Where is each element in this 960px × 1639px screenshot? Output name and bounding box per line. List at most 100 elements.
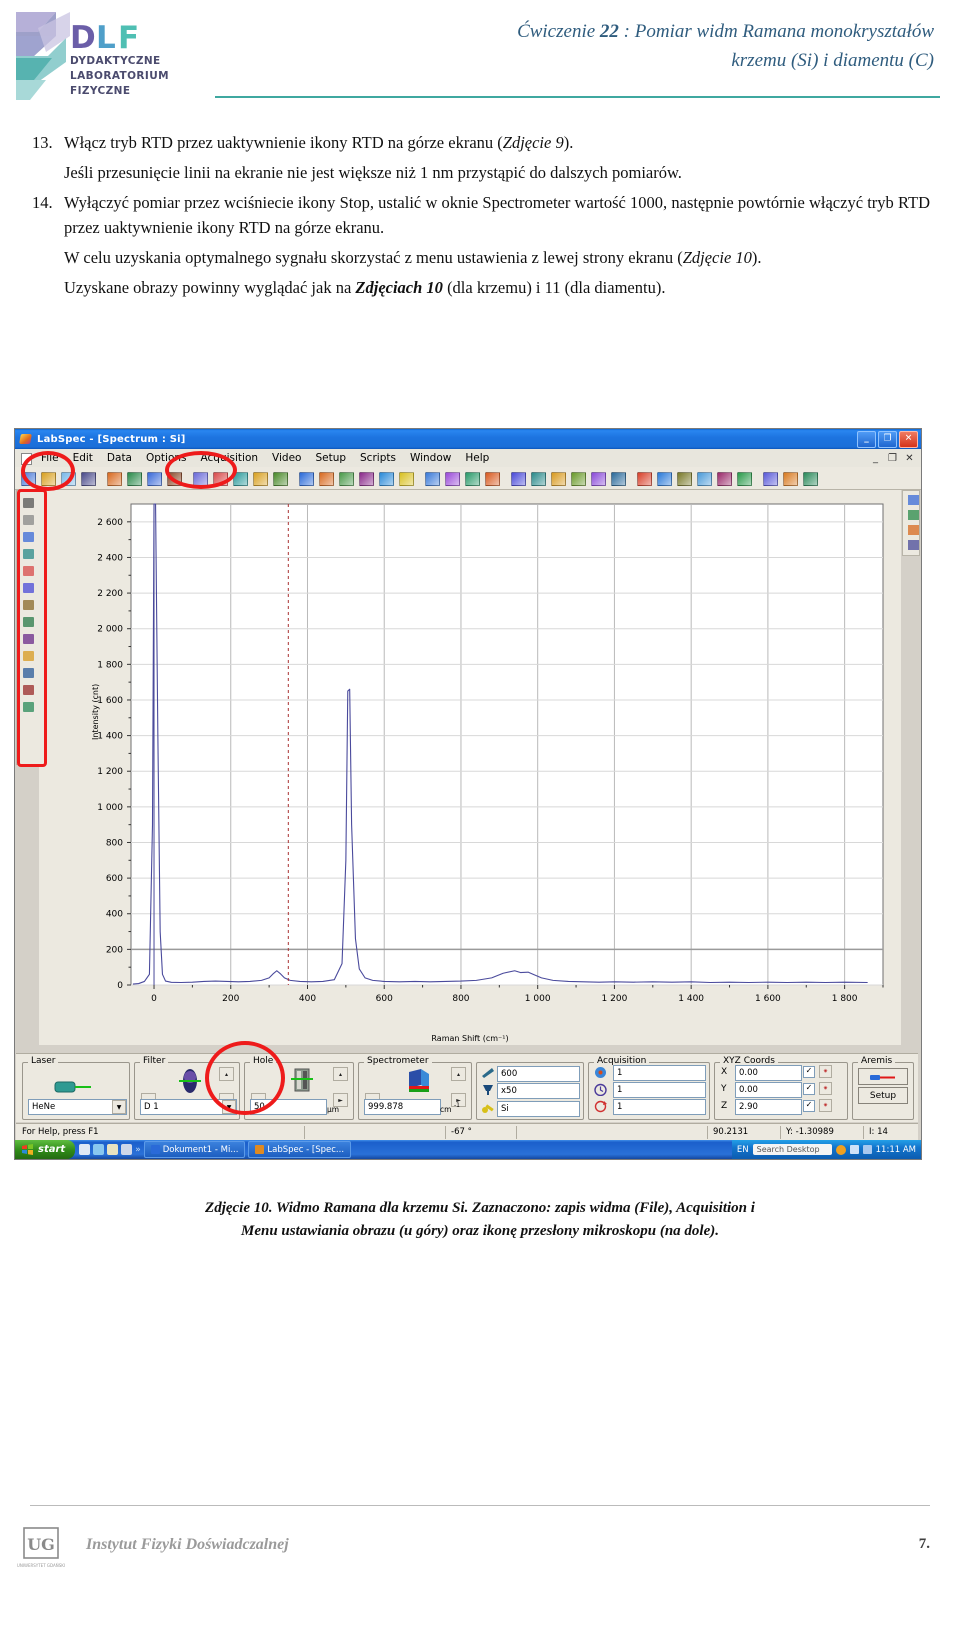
language-indicator[interactable]: EN	[737, 1145, 749, 1155]
z-home-button[interactable]: ✷	[819, 1099, 832, 1112]
mdi-restore-button[interactable]: ❐	[886, 453, 899, 464]
y-coord-input[interactable]: 0.00	[735, 1082, 802, 1098]
menu-file[interactable]: File	[34, 451, 66, 465]
hole-input[interactable]: 50	[250, 1099, 327, 1115]
toolbar-button[interactable]	[190, 469, 209, 487]
desktop-search-box[interactable]: Search Desktop	[752, 1144, 832, 1155]
zoom-icon[interactable]	[20, 546, 37, 562]
toolbar-button[interactable]	[608, 469, 627, 487]
quicklaunch-icon-2[interactable]	[93, 1144, 105, 1155]
z-enable-checkbox[interactable]: ✓	[803, 1100, 815, 1112]
toolbar-button[interactable]	[780, 469, 799, 487]
grid-icon[interactable]	[20, 699, 37, 715]
toolbar-button[interactable]	[78, 469, 97, 487]
person-icon[interactable]	[20, 614, 37, 630]
toolbar-button[interactable]	[800, 469, 819, 487]
toolbar-button[interactable]	[568, 469, 587, 487]
minimize-button[interactable]: _	[857, 430, 876, 448]
menu-acquisition[interactable]: Acquisition	[194, 451, 266, 465]
toolbar-button[interactable]	[654, 469, 673, 487]
toolbar-button[interactable]	[528, 469, 547, 487]
toolbar-button[interactable]	[164, 469, 183, 487]
menu-data[interactable]: Data	[100, 451, 139, 465]
menu-window[interactable]: Window	[403, 451, 458, 465]
move-icon[interactable]	[20, 580, 37, 596]
peak-icon[interactable]	[20, 682, 37, 698]
restore-button[interactable]: ❐	[878, 430, 897, 448]
crosshair-icon[interactable]	[20, 563, 37, 579]
toolbar-button[interactable]	[230, 469, 249, 487]
filter-select[interactable]: D 1 ▼	[140, 1099, 237, 1115]
chevron-down-icon[interactable]: ▼	[112, 1100, 126, 1114]
x-home-button[interactable]: ✷	[819, 1065, 832, 1078]
toolbar-button[interactable]	[144, 469, 163, 487]
quicklaunch-icon-3[interactable]	[107, 1144, 119, 1155]
spectrometer-input[interactable]: 999.878	[364, 1099, 441, 1115]
acquisition-time-input[interactable]: 1	[613, 1065, 706, 1081]
menu-edit[interactable]: Edit	[66, 451, 100, 465]
toolbar-button[interactable]	[104, 469, 123, 487]
toolbar-button[interactable]	[18, 469, 37, 487]
toolbar-button[interactable]	[462, 469, 481, 487]
flask-icon[interactable]	[20, 648, 37, 664]
quicklaunch-icon-1[interactable]	[79, 1144, 91, 1155]
toolbar-button[interactable]	[694, 469, 713, 487]
toolbar-button[interactable]	[508, 469, 527, 487]
laser-select[interactable]: HeNe ▼	[28, 1099, 127, 1115]
toolbar-button[interactable]	[714, 469, 733, 487]
toolbar-button[interactable]	[270, 469, 289, 487]
toolbar-button[interactable]	[548, 469, 567, 487]
toolbar-button[interactable]	[442, 469, 461, 487]
layers-icon[interactable]	[905, 492, 919, 506]
toolbar-button[interactable]	[396, 469, 415, 487]
menu-video[interactable]: Video	[265, 451, 308, 465]
menu-options[interactable]: Options	[139, 451, 194, 465]
start-button[interactable]: start	[15, 1140, 76, 1159]
spectrometer-up-button[interactable]: ▴	[451, 1067, 466, 1081]
y-home-button[interactable]: ✷	[819, 1082, 832, 1095]
toolbar-button[interactable]	[210, 469, 229, 487]
filter-up-button[interactable]: ▴	[219, 1067, 234, 1081]
menu-scripts[interactable]: Scripts	[353, 451, 403, 465]
objective-input[interactable]: x50	[497, 1083, 580, 1099]
toolbar-button[interactable]	[376, 469, 395, 487]
z-coord-input[interactable]: 2.90	[735, 1099, 802, 1115]
tray-icon-1[interactable]	[849, 1145, 859, 1154]
y-enable-checkbox[interactable]: ✓	[803, 1083, 815, 1095]
close-button[interactable]: ✕	[899, 430, 918, 448]
x-enable-checkbox[interactable]: ✓	[803, 1066, 815, 1078]
x-coord-input[interactable]: 0.00	[735, 1065, 802, 1081]
chart-icon[interactable]	[20, 631, 37, 647]
toolbar-button[interactable]	[336, 469, 355, 487]
tray-icon-2[interactable]	[862, 1145, 872, 1154]
mdi-close-button[interactable]: ✕	[903, 453, 916, 464]
pan-icon[interactable]	[20, 597, 37, 613]
toolbar-button[interactable]	[482, 469, 501, 487]
hole-up-button[interactable]: ▴	[333, 1067, 348, 1081]
toolbar-button[interactable]	[634, 469, 653, 487]
acquisition-delay-input[interactable]: 1	[613, 1082, 706, 1098]
quicklaunch-icon-4[interactable]	[121, 1144, 133, 1155]
toolbar-button[interactable]	[760, 469, 779, 487]
quicklaunch-expander[interactable]: »	[135, 1145, 141, 1155]
chevron-down-icon[interactable]: ▼	[222, 1100, 236, 1114]
search-icon[interactable]	[835, 1144, 846, 1155]
taskbar-item-labspec[interactable]: LabSpec - [Spec...	[248, 1141, 352, 1158]
book-icon[interactable]	[20, 665, 37, 681]
spectrum-plot[interactable]: 0 200 400 600 800 1 000 1 200 1 400 1 600 1 800 2 …	[39, 490, 901, 1045]
toolbar-button[interactable]	[674, 469, 693, 487]
toolbar-button[interactable]	[124, 469, 143, 487]
aremis-setup-button[interactable]: Setup	[858, 1087, 908, 1104]
grating-input[interactable]: 600	[497, 1066, 580, 1082]
note-icon[interactable]	[20, 512, 37, 528]
toolbar-button[interactable]	[316, 469, 335, 487]
aremis-laser-button[interactable]	[858, 1068, 908, 1085]
toolbar-button[interactable]	[38, 469, 57, 487]
mdi-minimize-button[interactable]: _	[869, 453, 882, 464]
cursor-icon[interactable]	[20, 495, 37, 511]
add-icon[interactable]	[905, 507, 919, 521]
toolbar-button[interactable]	[588, 469, 607, 487]
sample-input[interactable]: Si	[497, 1101, 580, 1117]
dot-icon[interactable]	[905, 537, 919, 551]
toolbar-button[interactable]	[58, 469, 77, 487]
